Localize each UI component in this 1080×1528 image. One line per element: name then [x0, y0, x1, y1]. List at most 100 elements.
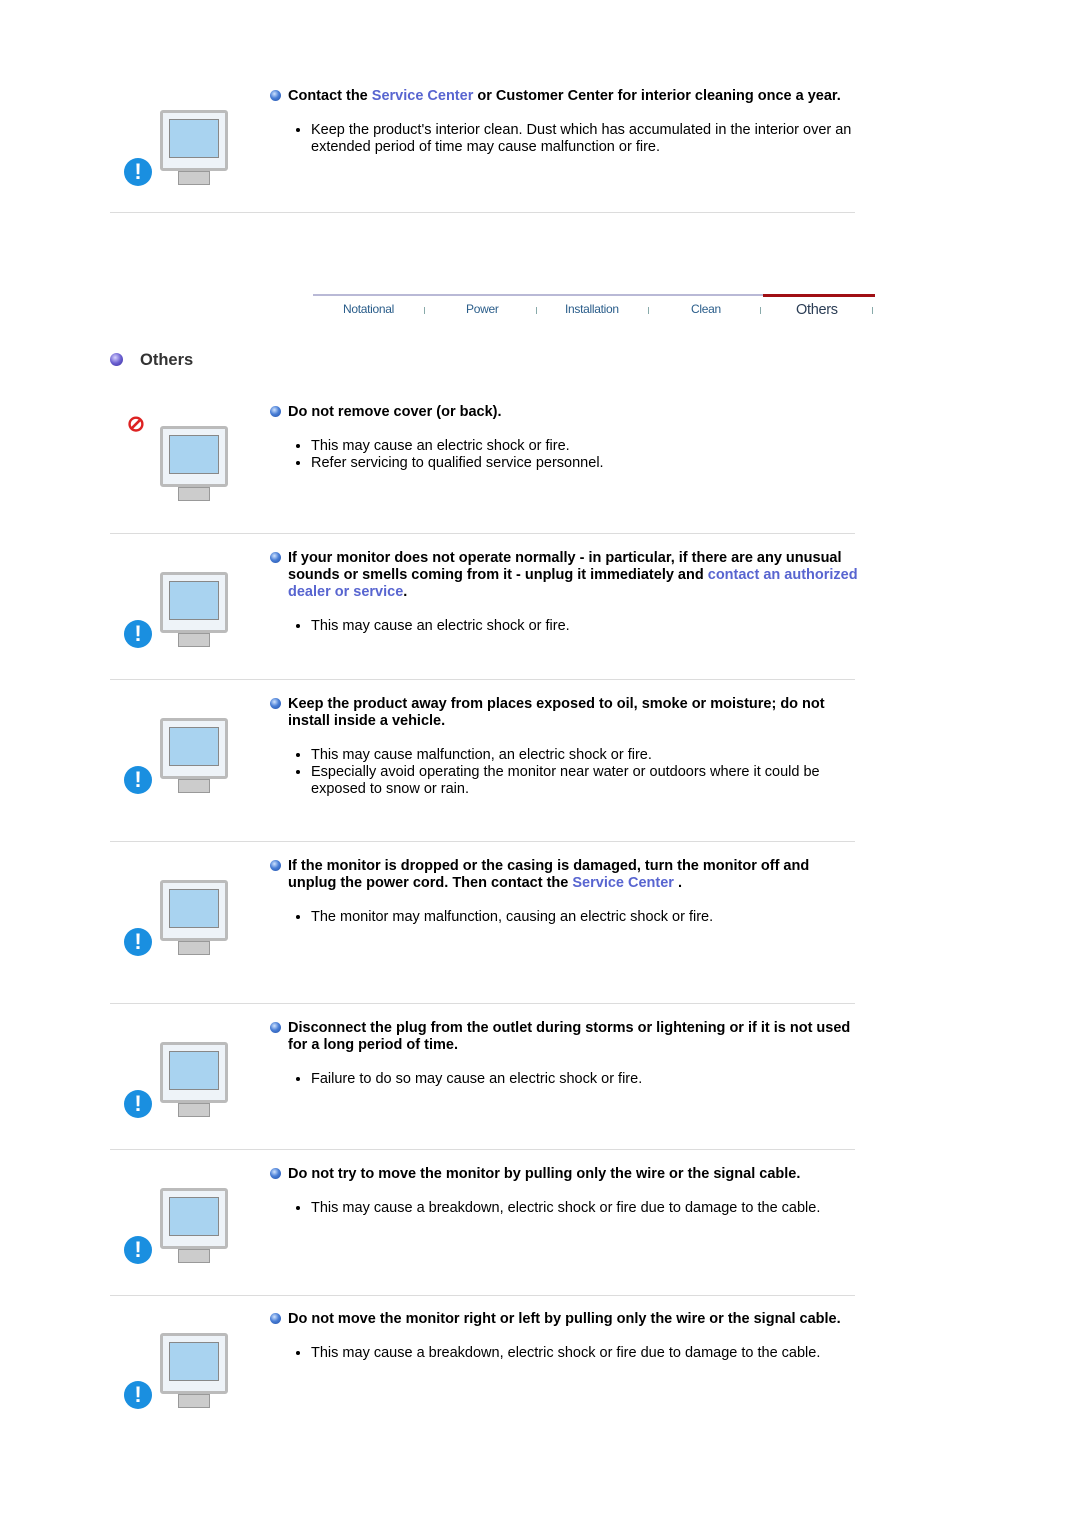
bullet-item: This may cause an electric shock or fire… [311, 438, 860, 455]
item-title: Do not remove cover (or back). [270, 404, 860, 421]
monitor-stand [178, 633, 210, 647]
section-heading: Others [110, 351, 193, 370]
item-title: Do not try to move the monitor by pullin… [270, 1166, 860, 1183]
tab-separator [536, 307, 537, 314]
warning-icon: ! [124, 1236, 152, 1264]
moisture-warning-icon: ! [120, 696, 255, 801]
section-heading-text: Others [140, 351, 194, 369]
no-disassembly-icon: ⊘ [120, 404, 255, 509]
monitor-screen [169, 889, 219, 928]
divider [110, 1003, 855, 1004]
item-text: If your monitor does not operate normall… [270, 550, 860, 635]
monitor-screen [169, 1342, 219, 1381]
title-text: or Customer Center for interior cleaning… [473, 88, 841, 104]
divider [110, 212, 855, 213]
item-title: Do not move the monitor right or left by… [270, 1311, 860, 1328]
monitor-screen [169, 435, 219, 474]
item-title: If your monitor does not operate normall… [270, 550, 860, 601]
item-text: Do not try to move the monitor by pullin… [270, 1166, 860, 1217]
divider [110, 1295, 855, 1296]
bullet-item: This may cause malfunction, an electric … [311, 747, 860, 764]
bullet-circle-icon [270, 552, 281, 563]
bullet-item: Failure to do so may cause an electric s… [311, 1071, 860, 1088]
pull-wire-warning-icon: ! [120, 1166, 255, 1271]
divider [110, 1149, 855, 1150]
bullet-item: Keep the product's interior clean. Dust … [311, 122, 860, 156]
bullet-list: Keep the product's interior clean. Dust … [270, 122, 860, 156]
bullet-list: This may cause a breakdown, electric sho… [270, 1200, 860, 1217]
warning-icon: ! [124, 620, 152, 648]
warning-icon: ! [124, 1381, 152, 1409]
monitor-screen [169, 581, 219, 620]
title-text: . [403, 584, 408, 600]
monitor-illustration [160, 880, 228, 941]
warning-icon: ! [124, 1090, 152, 1118]
monitor-stand [178, 941, 210, 955]
monitor-illustration [160, 718, 228, 779]
warning-icon: ! [124, 158, 152, 186]
tab-installation[interactable]: Installation [565, 302, 619, 316]
monitor-phone-warning-icon: ! [120, 88, 255, 193]
item-title: Keep the product away from places expose… [270, 696, 860, 730]
title-text: Contact the [288, 88, 372, 104]
divider [110, 679, 855, 680]
unplug-monitor-icon: ! [120, 550, 255, 655]
tab-power[interactable]: Power [466, 302, 499, 316]
item-text: Do not move the monitor right or left by… [270, 1311, 860, 1362]
bullet-list: This may cause malfunction, an electric … [270, 747, 860, 798]
tab-separator [424, 307, 425, 314]
monitor-screen [169, 727, 219, 766]
title-text: Disconnect the plug from the outlet duri… [288, 1020, 851, 1053]
monitor-screen [169, 119, 219, 158]
title-text: If the monitor is dropped or the casing … [288, 858, 810, 891]
item-text: Do not remove cover (or back). This may c… [270, 404, 860, 472]
tab-bar: Notational Power Installation Clean Others [313, 294, 875, 326]
tab-others[interactable]: Others [796, 302, 838, 318]
title-text: Do not move the monitor right or left by… [288, 1311, 841, 1327]
bullet-circle-icon [270, 1313, 281, 1324]
bullet-circle-icon [270, 1022, 281, 1033]
monitor-screen [169, 1051, 219, 1090]
divider [110, 841, 855, 842]
prohibited-icon: ⊘ [122, 410, 150, 438]
service-center-link[interactable]: Service Center [372, 88, 474, 104]
dropped-monitor-icon: ! [120, 858, 255, 963]
bullet-list: This may cause a breakdown, electric sho… [270, 1345, 860, 1362]
bullet-item: Refer servicing to qualified service per… [311, 455, 860, 472]
bullet-circle-icon [270, 1168, 281, 1179]
item-title: Contact the Service Center or Customer C… [270, 88, 860, 105]
bullet-item: This may cause a breakdown, electric sho… [311, 1345, 860, 1362]
section-bullet-icon [110, 353, 123, 366]
bullet-circle-icon [270, 406, 281, 417]
title-text: . [673, 875, 682, 891]
item-text: Keep the product away from places expose… [270, 696, 860, 798]
monitor-stand [178, 1394, 210, 1408]
bullet-list: This may cause an electric shock or fire… [270, 618, 860, 635]
monitor-stand [178, 1249, 210, 1263]
item-title: If the monitor is dropped or the casing … [270, 858, 860, 892]
monitor-stand [178, 171, 210, 185]
pull-sideways-warning-icon: ! [120, 1311, 255, 1416]
tab-clean[interactable]: Clean [691, 302, 721, 316]
monitor-illustration [160, 1188, 228, 1249]
bullet-list: Failure to do so may cause an electric s… [270, 1071, 860, 1088]
item-text: If the monitor is dropped or the casing … [270, 858, 860, 926]
tab-separator [872, 307, 873, 314]
monitor-illustration [160, 572, 228, 633]
monitor-screen [169, 1197, 219, 1236]
bullet-circle-icon [270, 860, 281, 871]
item-text: Contact the Service Center or Customer C… [270, 88, 860, 156]
monitor-stand [178, 779, 210, 793]
warning-icon: ! [124, 766, 152, 794]
monitor-illustration [160, 426, 228, 487]
service-center-link[interactable]: Service Center [572, 875, 674, 891]
tab-notational[interactable]: Notational [343, 302, 394, 316]
bullet-circle-icon [270, 90, 281, 101]
tab-separator [648, 307, 649, 314]
monitor-illustration [160, 110, 228, 171]
divider [110, 533, 855, 534]
item-title: Disconnect the plug from the outlet duri… [270, 1020, 860, 1054]
monitor-stand [178, 1103, 210, 1117]
bullet-item: This may cause a breakdown, electric sho… [311, 1200, 860, 1217]
bullet-list: The monitor may malfunction, causing an … [270, 909, 860, 926]
